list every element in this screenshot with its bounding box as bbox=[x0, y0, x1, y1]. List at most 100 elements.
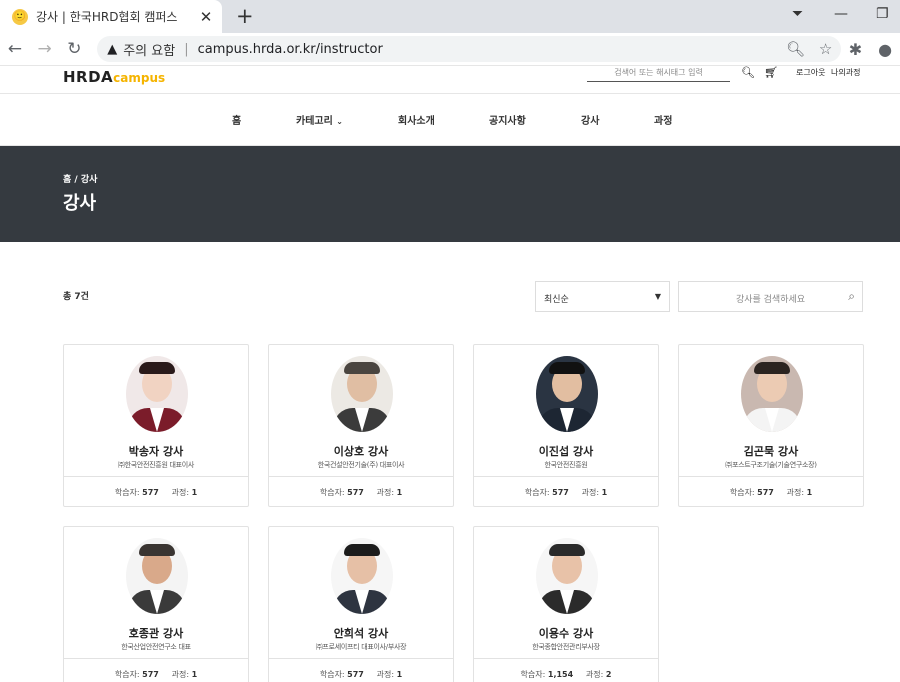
warning-icon[interactable]: ▲ bbox=[107, 42, 117, 57]
mypage-link[interactable]: 나의과정 bbox=[831, 67, 860, 78]
instructor-card[interactable]: 호종관 강사 한국산업안전연구소 대표 학습자: 577 과정: 1 bbox=[63, 526, 249, 682]
instructor-photo[interactable] bbox=[536, 538, 598, 614]
nav-category[interactable]: 카테고리 ⌄ bbox=[296, 112, 343, 127]
tab-title: 강사 | 한국HRD협회 캠퍼스 bbox=[36, 10, 178, 24]
instructor-name[interactable]: 안희석 강사 bbox=[269, 625, 453, 641]
site-search-input[interactable]: 검색어 또는 해시태그 입력 bbox=[587, 66, 730, 82]
url-text[interactable]: campus.hrda.or.kr/instructor bbox=[198, 42, 781, 57]
instructor-card[interactable]: 박송자 강사 ㈜한국안전진흥원 대표이사 학습자: 577 과정: 1 bbox=[63, 344, 249, 507]
courses-count: 1 bbox=[396, 488, 403, 497]
courses-count: 1 bbox=[191, 670, 198, 679]
instructor-photo[interactable] bbox=[126, 356, 188, 432]
main-nav: 홈 카테고리 ⌄ 회사소개 공지사항 강사 과정 bbox=[0, 94, 900, 146]
logout-link[interactable]: 로그아웃 bbox=[796, 67, 825, 78]
learners-count: 577 bbox=[347, 670, 364, 679]
separator: | bbox=[184, 41, 189, 57]
nav-instructor[interactable]: 강사 bbox=[581, 112, 599, 127]
address-bar[interactable]: ▲ 주의 요함 | campus.hrda.or.kr/instructor 🔍… bbox=[97, 36, 841, 62]
caret-down-icon: ▼ bbox=[654, 292, 661, 301]
close-tab-icon[interactable]: ✕ bbox=[196, 8, 216, 26]
nav-category-label: 카테고리 bbox=[296, 116, 333, 127]
browser-tab[interactable]: 🙂 강사 | 한국HRD협회 캠퍼스 ✕ bbox=[0, 0, 222, 33]
instructor-org: 한국안전진흥원 bbox=[544, 461, 588, 469]
nav-home[interactable]: 홈 bbox=[232, 112, 241, 127]
instructor-name[interactable]: 박송자 강사 bbox=[64, 443, 248, 459]
courses-count: 1 bbox=[191, 488, 198, 497]
learners-label: 학습자: bbox=[319, 670, 345, 679]
breadcrumb-separator: / bbox=[74, 175, 78, 185]
learners-count: 577 bbox=[552, 488, 569, 497]
breadcrumb-home[interactable]: 홈 bbox=[63, 175, 71, 185]
nav-company[interactable]: 회사소개 bbox=[398, 112, 435, 127]
instructor-photo[interactable] bbox=[741, 356, 803, 432]
instructor-photo[interactable] bbox=[536, 356, 598, 432]
courses-count: 1 bbox=[806, 488, 813, 497]
instructor-list: 총 7건 최신순 ▼ 강사를 검색하세요 ⌕ 박송자 강사 ㈜한국안전진흥원 대표… bbox=[0, 242, 900, 682]
instructor-name[interactable]: 이진섭 강사 bbox=[474, 443, 658, 459]
instructor-org: 한국건설안전기술(주) 대표이사 bbox=[317, 461, 405, 469]
instructor-name[interactable]: 이용수 강사 bbox=[474, 625, 658, 641]
instructor-card[interactable]: 안희석 강사 ㈜프로세이프티 대표이사/부사장 학습자: 577 과정: 1 bbox=[268, 526, 454, 682]
learners-count: 577 bbox=[142, 488, 159, 497]
new-tab-icon[interactable]: + bbox=[236, 4, 254, 28]
instructor-card[interactable]: 이용수 강사한국종합안전관리부사장학습자: 1,154 과정: 2 bbox=[473, 526, 659, 682]
learners-count: 577 bbox=[347, 488, 364, 497]
bookmark-star-icon[interactable]: ☆ bbox=[811, 40, 841, 58]
instructor-name[interactable]: 호종관 강사 bbox=[64, 625, 248, 641]
forward-icon[interactable]: → bbox=[30, 39, 60, 59]
reload-icon[interactable]: ↻ bbox=[59, 39, 89, 59]
profile-dropdown-icon[interactable]: ⏷ bbox=[792, 6, 803, 22]
minimize-icon[interactable]: — bbox=[834, 6, 848, 22]
photo-hair bbox=[549, 362, 585, 374]
instructor-photo[interactable] bbox=[331, 356, 393, 432]
instructor-name[interactable]: 이상호 강사 bbox=[269, 443, 453, 459]
breadcrumb: 홈 / 강사 bbox=[63, 172, 97, 185]
profile-icon[interactable]: ● bbox=[870, 40, 900, 59]
instructor-search-input[interactable]: 강사를 검색하세요 ⌕ bbox=[678, 281, 863, 312]
restore-icon[interactable]: ❐ bbox=[876, 6, 889, 22]
zoom-icon[interactable]: 🔍︎ bbox=[781, 40, 811, 58]
instructor-card[interactable]: 이진섭 강사 한국안전진흥원 학습자: 577 과정: 1 bbox=[473, 344, 659, 507]
instructor-org: ㈜한국안전진흥원 대표이사 bbox=[117, 461, 195, 469]
courses-label: 과정: bbox=[171, 488, 190, 497]
courses-label: 과정: bbox=[581, 488, 600, 497]
browser-tabstrip: 🙂 강사 | 한국HRD협회 캠퍼스 ✕ + ⏷ — ❐ bbox=[0, 0, 900, 33]
instructor-photo[interactable] bbox=[126, 538, 188, 614]
chevron-down-icon: ⌄ bbox=[336, 117, 343, 126]
site-header: HRDAcampus 검색어 또는 해시태그 입력 🔍︎ 🛒︎ 로그아웃 나의과… bbox=[0, 66, 900, 94]
photo-hair bbox=[139, 362, 175, 374]
learners-label: 학습자: bbox=[520, 670, 546, 679]
photo-hair bbox=[344, 544, 380, 556]
security-label[interactable]: 주의 요함 bbox=[123, 40, 175, 59]
page-title: 강사 bbox=[63, 193, 97, 214]
sort-select[interactable]: 최신순 ▼ bbox=[535, 281, 670, 312]
photo-hair bbox=[344, 362, 380, 374]
instructor-search-placeholder: 강사를 검색하세요 bbox=[735, 295, 806, 305]
courses-count: 2 bbox=[605, 670, 612, 679]
instructor-card[interactable]: 이상호 강사 한국건설안전기술(주) 대표이사 학습자: 577 과정: 1 bbox=[268, 344, 454, 507]
learners-label: 학습자: bbox=[729, 488, 755, 497]
back-icon[interactable]: ← bbox=[0, 39, 30, 59]
extensions-icon[interactable]: ✱ bbox=[841, 40, 871, 59]
logo-main: HRDA bbox=[63, 68, 114, 86]
instructor-stats: 학습자: 1,154 과정: 2 bbox=[474, 658, 658, 682]
courses-count: 1 bbox=[601, 488, 608, 497]
nav-course[interactable]: 과정 bbox=[654, 112, 672, 127]
favicon-icon: 🙂 bbox=[12, 8, 28, 25]
instructor-card[interactable]: 김곤묵 강사 ㈜포스트구조기술(기술연구소장) 학습자: 577 과정: 1 bbox=[678, 344, 864, 507]
cart-icon[interactable]: 🛒︎ bbox=[764, 66, 778, 79]
instructor-org: ㈜포스트구조기술(기술연구소장) bbox=[725, 461, 817, 469]
search-icon[interactable]: 🔍︎ bbox=[741, 66, 755, 79]
site-logo[interactable]: HRDAcampus bbox=[63, 68, 165, 86]
nav-notice[interactable]: 공지사항 bbox=[489, 112, 526, 127]
instructor-org: 한국종합안전관리부사장 bbox=[532, 643, 600, 651]
total-count: 총 7건 bbox=[63, 292, 89, 302]
search-icon[interactable]: ⌕ bbox=[848, 289, 855, 304]
courses-label: 과정: bbox=[786, 488, 805, 497]
page-banner: 홈 / 강사 강사 bbox=[0, 146, 900, 242]
instructor-photo[interactable] bbox=[331, 538, 393, 614]
instructor-name[interactable]: 김곤묵 강사 bbox=[679, 443, 863, 459]
courses-label: 과정: bbox=[171, 670, 190, 679]
courses-label: 과정: bbox=[376, 670, 395, 679]
courses-label: 과정: bbox=[376, 488, 395, 497]
